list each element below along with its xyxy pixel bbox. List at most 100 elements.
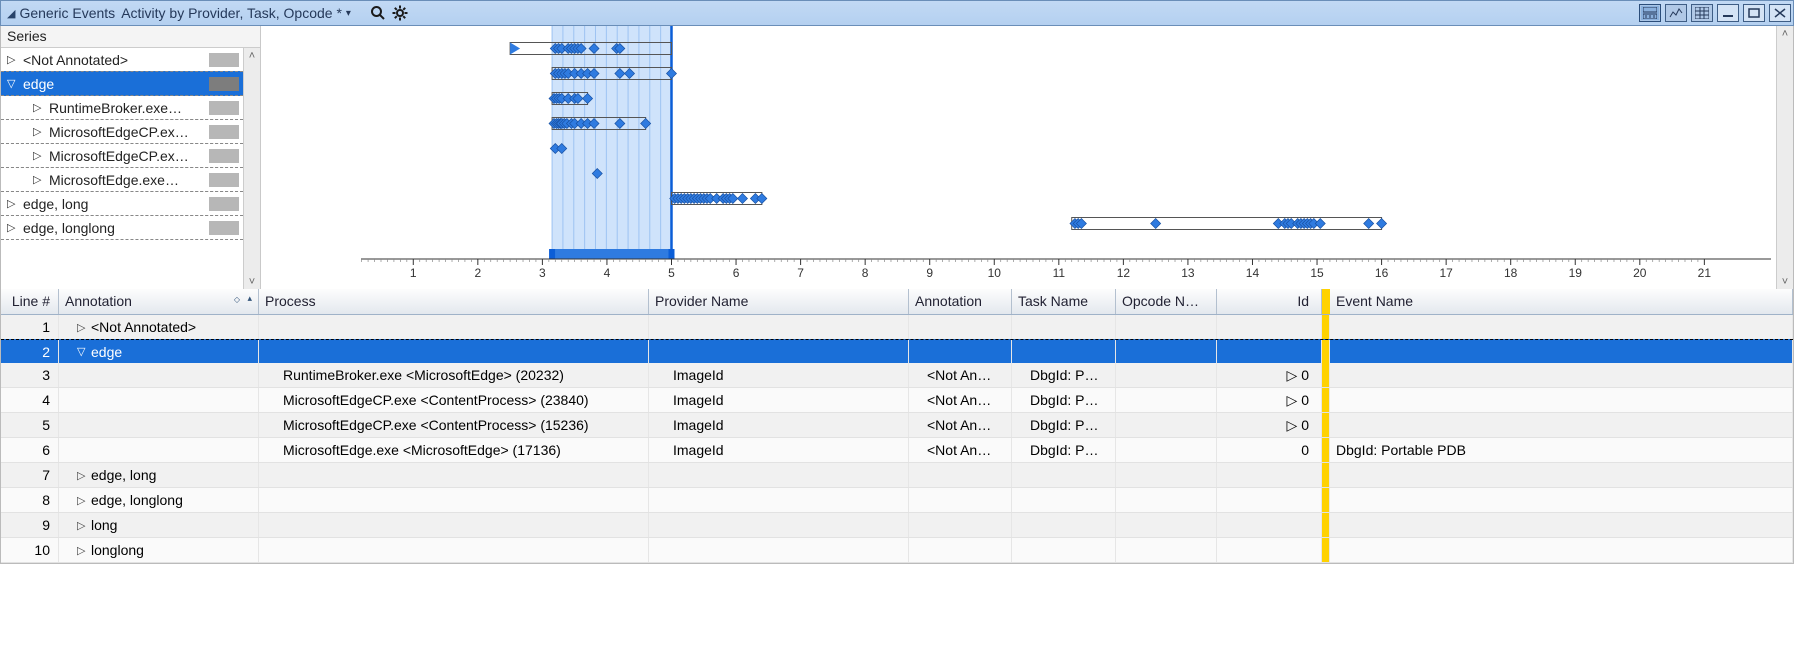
- cell-annotation-label: longlong: [91, 542, 144, 558]
- highlight-ruler[interactable]: [552, 249, 671, 259]
- table-row[interactable]: 5MicrosoftEdgeCP.exe <ContentProcess> (1…: [1, 413, 1793, 438]
- cell-task: DbgId: P…: [1012, 363, 1116, 387]
- cell-annotation2: <Not An…: [909, 363, 1012, 387]
- chevron-down-icon[interactable]: ▽: [7, 77, 19, 90]
- highlight-handle-left[interactable]: [549, 249, 555, 259]
- cell-opcode: [1116, 438, 1217, 462]
- chevron-down-icon[interactable]: ▽: [77, 345, 91, 358]
- chevron-down-icon[interactable]: ▾: [346, 8, 351, 19]
- chevron-right-icon[interactable]: ▷: [7, 221, 19, 234]
- cell-separator: [1322, 413, 1330, 437]
- chevron-right-icon[interactable]: ▷: [77, 544, 91, 557]
- scroll-up-icon[interactable]: ˄: [1778, 26, 1793, 41]
- table-row[interactable]: 7▷edge, long: [1, 463, 1793, 488]
- table-row[interactable]: 8▷edge, longlong: [1, 488, 1793, 513]
- sort-secondary-icon: ◇: [234, 295, 240, 304]
- gear-icon[interactable]: [391, 4, 409, 22]
- x-tick-label: 11: [1053, 266, 1066, 280]
- collapse-icon[interactable]: ◢: [7, 7, 15, 20]
- x-tick-label: 6: [733, 266, 740, 280]
- chevron-right-icon[interactable]: ▷: [33, 125, 45, 138]
- event-marker[interactable]: [757, 194, 767, 204]
- event-marker[interactable]: [1315, 219, 1325, 229]
- event-marker[interactable]: [738, 194, 748, 204]
- event-marker[interactable]: [1377, 219, 1387, 229]
- cell-separator: [1322, 463, 1330, 487]
- highlight-handle-right[interactable]: [668, 249, 674, 259]
- close-icon[interactable]: [1769, 4, 1791, 22]
- x-tick-label: 3: [539, 266, 546, 280]
- cell-line: 7: [1, 463, 59, 487]
- chevron-right-icon[interactable]: ▷: [77, 469, 91, 482]
- series-row[interactable]: ▷MicrosoftEdge.exe…: [1, 167, 243, 192]
- scroll-down-icon[interactable]: ˅: [245, 274, 260, 289]
- series-row[interactable]: ▽edge: [1, 71, 243, 96]
- x-tick-label: 16: [1375, 266, 1389, 280]
- table-row[interactable]: 6MicrosoftEdge.exe <MicrosoftEdge> (1713…: [1, 438, 1793, 463]
- scroll-down-icon[interactable]: ˅: [1778, 274, 1793, 289]
- table-row[interactable]: 4MicrosoftEdgeCP.exe <ContentProcess> (2…: [1, 388, 1793, 413]
- table-row[interactable]: 2▽edge: [1, 339, 1793, 364]
- event-bar[interactable]: [1072, 218, 1382, 230]
- maximize-icon[interactable]: [1743, 4, 1765, 22]
- chevron-right-icon[interactable]: ▷: [33, 101, 45, 114]
- chevron-right-icon[interactable]: ▷: [77, 519, 91, 532]
- cell-process: MicrosoftEdgeCP.exe <ContentProcess> (15…: [259, 413, 649, 437]
- event-marker[interactable]: [1151, 219, 1161, 229]
- cell-annotation: ▷edge, long: [59, 463, 259, 487]
- column-separator[interactable]: [1322, 289, 1330, 314]
- table-row[interactable]: 9▷long: [1, 513, 1793, 538]
- chevron-right-icon[interactable]: ▷: [77, 321, 91, 334]
- chevron-right-icon[interactable]: ▷: [33, 173, 45, 186]
- search-icon[interactable]: [369, 4, 387, 22]
- scroll-up-icon[interactable]: ˄: [245, 48, 260, 63]
- col-header-task[interactable]: Task Name: [1012, 289, 1116, 314]
- cell-separator: [1322, 513, 1330, 537]
- cell-annotation2: <Not An…: [909, 388, 1012, 412]
- cell-provider: [649, 488, 909, 512]
- series-row[interactable]: ▷edge, long: [1, 191, 243, 216]
- cell-separator: [1322, 538, 1330, 562]
- series-row[interactable]: ▷<Not Annotated>: [1, 48, 243, 72]
- view-mode-table-icon[interactable]: [1691, 4, 1713, 22]
- series-row[interactable]: ▷edge, longlong: [1, 215, 243, 240]
- series-row[interactable]: ▷RuntimeBroker.exe…: [1, 95, 243, 120]
- x-tick-label: 18: [1504, 266, 1518, 280]
- col-header-annotation[interactable]: Annotation▴◇: [59, 289, 259, 314]
- cell-event: [1330, 513, 1793, 537]
- view-mode-chart-table-icon[interactable]: [1639, 4, 1661, 22]
- view-mode-chart-icon[interactable]: [1665, 4, 1687, 22]
- cell-id: [1217, 315, 1322, 339]
- series-row[interactable]: ▷MicrosoftEdgeCP.ex…: [1, 143, 243, 168]
- cell-provider: ImageId: [649, 413, 909, 437]
- event-marker[interactable]: [1364, 219, 1374, 229]
- cell-separator: [1322, 388, 1330, 412]
- col-header-id[interactable]: Id: [1217, 289, 1322, 314]
- table-row[interactable]: 1▷<Not Annotated>: [1, 315, 1793, 340]
- chart-scrollbar[interactable]: ˄ ˅: [1776, 26, 1793, 289]
- cell-annotation2: <Not An…: [909, 438, 1012, 462]
- series-row[interactable]: ▷MicrosoftEdgeCP.ex…: [1, 119, 243, 144]
- chevron-right-icon[interactable]: ▷: [77, 494, 91, 507]
- col-header-event[interactable]: Event Name: [1330, 289, 1793, 314]
- title-view[interactable]: Activity by Provider, Task, Opcode *: [121, 5, 342, 21]
- series-list: ▷<Not Annotated>▽edge▷RuntimeBroker.exe……: [1, 48, 243, 289]
- x-tick-label: 14: [1246, 266, 1260, 280]
- x-tick-label: 5: [668, 266, 675, 280]
- table-row[interactable]: 10▷longlong: [1, 538, 1793, 563]
- col-header-process[interactable]: Process: [259, 289, 649, 314]
- chart-area[interactable]: 123456789101112131415161718192021 ˄ ˅: [261, 26, 1793, 289]
- chevron-right-icon[interactable]: ▷: [7, 53, 19, 66]
- chart-surface[interactable]: 123456789101112131415161718192021: [261, 26, 1776, 289]
- table-row[interactable]: 3RuntimeBroker.exe <MicrosoftEdge> (2023…: [1, 363, 1793, 388]
- bar-start-flag: [510, 43, 520, 55]
- chevron-right-icon[interactable]: ▷: [33, 149, 45, 162]
- col-header-line[interactable]: Line #: [1, 289, 59, 314]
- chevron-right-icon[interactable]: ▷: [7, 197, 19, 210]
- col-header-provider[interactable]: Provider Name: [649, 289, 909, 314]
- col-header-annotation2[interactable]: Annotation: [909, 289, 1012, 314]
- series-scrollbar[interactable]: ˄ ˅: [243, 48, 260, 289]
- col-header-opcode[interactable]: Opcode N…: [1116, 289, 1217, 314]
- cell-provider: ImageId: [649, 388, 909, 412]
- minimize-icon[interactable]: [1717, 4, 1739, 22]
